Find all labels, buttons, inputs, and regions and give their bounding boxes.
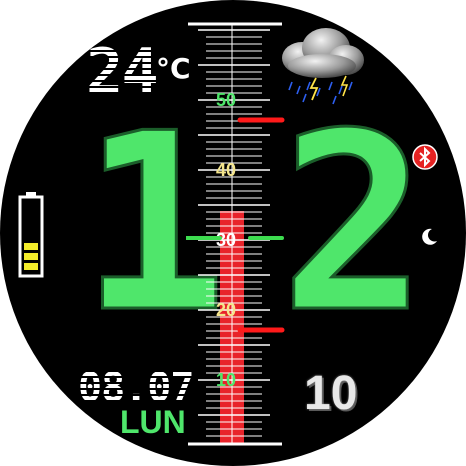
- thermometer-label: 50: [216, 90, 236, 110]
- thermometer-label: 40: [216, 160, 236, 180]
- seconds-display: 10: [304, 367, 358, 420]
- battery-icon: [18, 192, 44, 278]
- bluetooth-icon: [412, 144, 438, 170]
- weekday-label: LUN: [120, 404, 186, 440]
- battery-bar: [24, 243, 38, 250]
- battery-bar: [24, 263, 38, 270]
- thermometer-scale: 5040302010: [186, 22, 285, 446]
- watch-face: 24 °C 1 2 50 40 30 20 10 08.07 LUN 10: [0, 0, 466, 466]
- moon-icon: [422, 228, 437, 245]
- battery-bar: [24, 253, 38, 260]
- hour-tens-digit: 1: [79, 81, 230, 366]
- thermometer-label: 20: [216, 300, 236, 320]
- thermometer-label: 10: [216, 370, 236, 390]
- hour-ones-digit: 2: [279, 81, 430, 366]
